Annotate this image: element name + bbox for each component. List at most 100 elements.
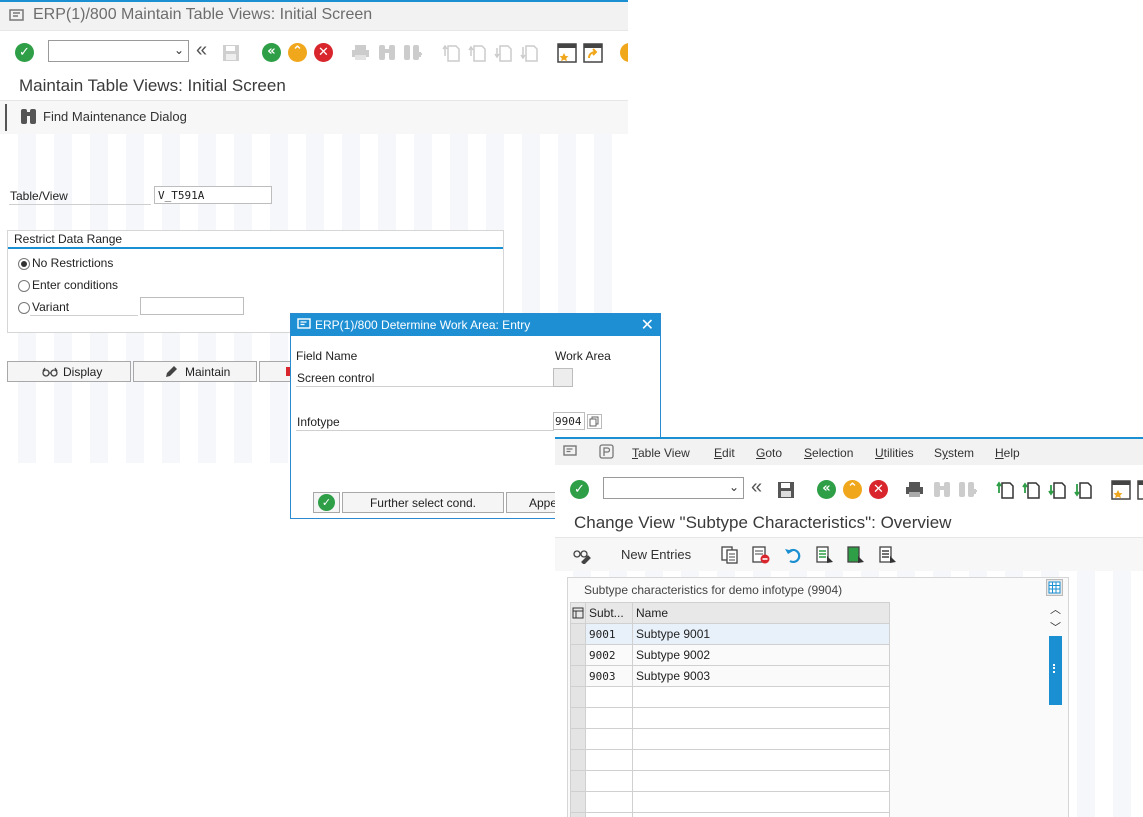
name-cell[interactable] [632,812,890,817]
name-cell[interactable]: Subtype 9002 [632,644,890,666]
name-cell[interactable] [632,770,890,792]
exit-icon[interactable]: ⌃ [843,480,862,499]
no-restrictions-radio[interactable] [18,258,30,270]
command-field[interactable]: ⌄ [48,40,189,62]
print-icon[interactable] [351,44,370,61]
display-button[interactable]: Display [7,361,131,382]
enter-conditions-radio[interactable] [18,280,30,292]
next-page-icon[interactable] [494,44,512,62]
empty-row[interactable] [570,707,890,729]
vertical-scrollbar[interactable]: ︿ ﹀ [1048,601,1062,705]
find-icon[interactable] [377,44,397,61]
screen-control-input[interactable] [553,368,573,387]
name-cell[interactable]: Subtype 9001 [632,623,890,645]
select-column-header[interactable] [570,602,586,624]
command-field[interactable]: ⌄ [603,477,744,499]
menu-selection[interactable]: Selection [804,446,853,460]
find-maintenance-dialog-button[interactable]: Find Maintenance Dialog [43,109,187,124]
select-block-icon[interactable] [847,546,865,564]
undo-change-icon[interactable] [784,546,802,564]
find-next-icon[interactable] [958,481,978,498]
empty-row[interactable] [570,812,890,817]
value-help-icon[interactable] [587,414,602,429]
display-change-icon[interactable] [573,546,591,564]
table-row[interactable]: 9001 Subtype 9001 [570,623,890,645]
name-cell[interactable] [632,728,890,750]
name-cell[interactable] [632,686,890,708]
name-column-header[interactable]: Name [632,602,890,624]
deselect-all-icon[interactable] [879,546,897,564]
personalize-icon[interactable] [599,444,614,459]
scroll-up-icon[interactable]: ︿ [1050,601,1061,617]
scroll-down-icon[interactable]: ﹀ [1050,619,1061,635]
enter-check-icon[interactable]: ✓ [15,43,34,62]
create-session-icon[interactable] [557,43,577,63]
further-select-cond-button[interactable]: Further select cond. [342,492,504,513]
close-icon[interactable]: ✕ [641,315,654,335]
subtype-cell[interactable]: 9001 [585,623,633,645]
name-cell[interactable]: Subtype 9003 [632,665,890,687]
next-page-icon[interactable] [1048,481,1066,499]
menu-system[interactable]: System [934,446,974,460]
table-settings-icon[interactable] [1046,579,1063,596]
subtype-cell[interactable] [585,812,633,817]
table-row[interactable]: 9002 Subtype 9002 [570,644,890,666]
subtype-cell[interactable]: 9002 [585,644,633,666]
cancel-icon[interactable]: ✕ [869,480,888,499]
double-left-icon[interactable]: « [196,39,207,62]
first-page-icon[interactable] [442,44,460,62]
print-icon[interactable] [905,481,924,498]
double-left-icon[interactable]: « [751,476,762,499]
subtype-cell[interactable]: 9003 [585,665,633,687]
scroll-thumb[interactable] [1049,636,1062,705]
delete-icon[interactable] [752,546,770,564]
empty-row[interactable] [570,686,890,708]
maintain-button[interactable]: Maintain [133,361,257,382]
empty-row[interactable] [570,791,890,813]
table-row[interactable]: 9003 Subtype 9003 [570,665,890,687]
subtype-cell[interactable] [585,749,633,771]
row-selector[interactable] [570,707,586,729]
row-selector[interactable] [570,665,586,687]
row-selector[interactable] [570,749,586,771]
dialog-menu-icon[interactable] [297,318,311,331]
name-cell[interactable] [632,707,890,729]
generate-shortcut-icon[interactable] [583,43,603,63]
subtype-cell[interactable] [585,707,633,729]
subtype-cell[interactable] [585,686,633,708]
select-all-icon[interactable] [816,546,834,564]
previous-page-icon[interactable] [468,44,486,62]
variant-radio[interactable] [18,302,30,314]
row-selector[interactable] [570,644,586,666]
window-menu-icon[interactable] [563,445,578,458]
find-next-icon[interactable] [403,44,423,61]
help-icon[interactable] [620,43,628,62]
subtype-cell[interactable] [585,770,633,792]
row-selector[interactable] [570,728,586,750]
cancel-icon[interactable]: ✕ [314,43,333,62]
menu-goto[interactable]: Goto [756,446,782,460]
save-icon[interactable] [777,481,795,499]
enter-check-icon[interactable]: ✓ [570,480,589,499]
table-view-input[interactable]: V_T591A [154,186,272,204]
menu-utilities[interactable]: Utilities [875,446,914,460]
back-icon[interactable]: « [817,480,836,499]
row-selector[interactable] [570,623,586,645]
save-icon[interactable] [222,44,240,62]
generate-shortcut-icon[interactable] [1137,480,1143,500]
previous-page-icon[interactable] [1022,481,1040,499]
confirm-button[interactable]: ✓ [313,492,340,513]
subtype-cell[interactable] [585,728,633,750]
variant-input[interactable] [140,297,244,315]
first-page-icon[interactable] [996,481,1014,499]
infotype-input[interactable]: 9904 [553,412,585,430]
menu-help[interactable]: Help [995,446,1020,460]
back-icon[interactable]: « [262,43,281,62]
name-cell[interactable] [632,791,890,813]
create-session-icon[interactable] [1111,480,1131,500]
last-page-icon[interactable] [520,44,538,62]
row-selector[interactable] [570,770,586,792]
row-selector[interactable] [570,686,586,708]
row-selector[interactable] [570,812,586,817]
new-entries-button[interactable]: New Entries [621,547,691,562]
